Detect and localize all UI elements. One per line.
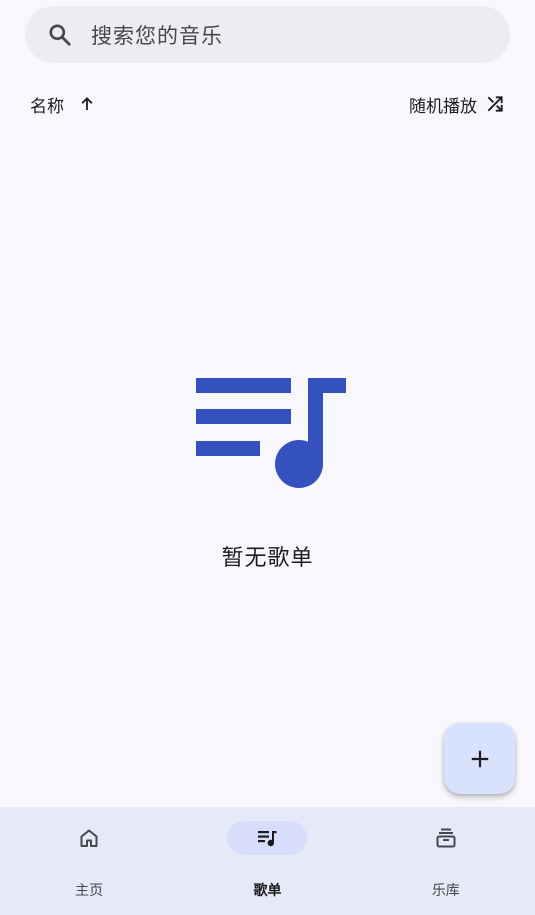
nav-pill-active xyxy=(227,821,308,855)
library-icon xyxy=(436,828,456,848)
empty-state-text: 暂无歌单 xyxy=(221,546,314,571)
add-playlist-button[interactable] xyxy=(444,723,515,794)
playlist-music-icon xyxy=(196,378,346,488)
shuffle-label: 随机播放 xyxy=(409,96,477,117)
search-bar[interactable]: 搜索您的音乐 xyxy=(25,6,510,63)
home-icon xyxy=(80,829,98,847)
nav-item-playlists[interactable]: 歌单 xyxy=(178,807,356,915)
nav-label: 歌单 xyxy=(253,883,282,899)
add-icon xyxy=(471,750,488,767)
sort-label: 名称 xyxy=(30,96,64,117)
arrow-up-icon xyxy=(81,97,93,110)
nav-label: 主页 xyxy=(75,883,104,899)
search-placeholder: 搜索您的音乐 xyxy=(91,23,223,48)
shuffle-icon xyxy=(487,96,503,112)
nav-item-home[interactable]: 主页 xyxy=(0,807,178,915)
nav-pill xyxy=(406,821,486,855)
sort-row: 名称 随机播放 xyxy=(30,88,505,120)
nav-label: 乐库 xyxy=(431,883,460,899)
sort-by-name-button[interactable]: 名称 xyxy=(30,92,96,117)
playlist-icon xyxy=(258,831,277,847)
search-icon xyxy=(49,23,71,46)
bottom-navigation: 主页 歌单 乐库 xyxy=(0,807,535,915)
shuffle-play-button[interactable]: 随机播放 xyxy=(409,92,505,117)
nav-item-library[interactable]: 乐库 xyxy=(357,807,535,915)
nav-pill xyxy=(49,821,129,855)
